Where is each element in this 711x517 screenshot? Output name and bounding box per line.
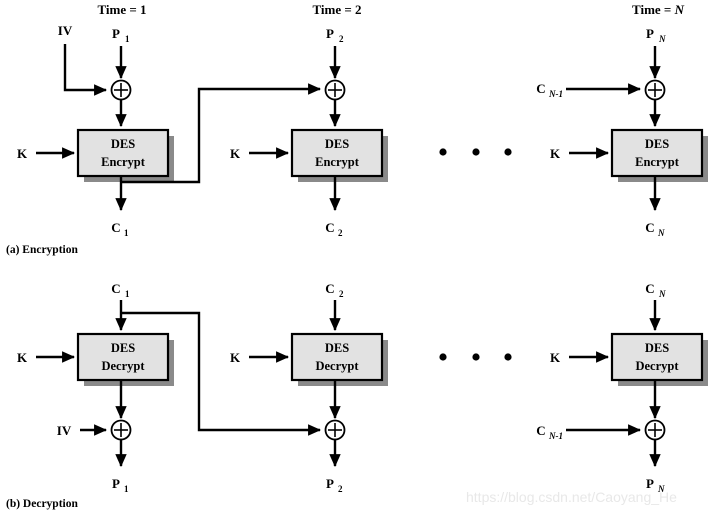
xor-gate-dec-n: [644, 419, 666, 441]
plaintext-sub-dec-1: 1: [124, 484, 129, 494]
key-label-dec-1: K: [17, 350, 28, 365]
ciphertext-label-dec-n: C: [645, 281, 654, 296]
des-box-line2-enc-1: Encrypt: [101, 155, 146, 169]
des-box-line2-dec-2: Decrypt: [315, 359, 359, 373]
time-label-enc-2: Time = 2: [312, 2, 361, 17]
plaintext-label-enc-n: P: [646, 26, 654, 41]
feedback-sub-enc-n: N-1: [548, 89, 563, 99]
des-box-line1-dec-1: DES: [111, 341, 135, 355]
xor-gate-dec-2: [324, 419, 346, 441]
xor-gate-enc-2: [324, 79, 346, 101]
key-label-enc-1: K: [17, 146, 28, 161]
ciphertext-sub-enc-2: 2: [338, 228, 343, 238]
ciphertext-label-dec-1: C: [111, 281, 120, 296]
key-label-enc-n: K: [550, 146, 561, 161]
des-box-line2-enc-2: Encrypt: [315, 155, 360, 169]
xor-gate-enc-1: [110, 79, 132, 101]
feedback-label-dec-n: C: [536, 423, 545, 438]
des-box-line1-enc-1: DES: [111, 137, 135, 151]
des-encrypt-box-1: DES Encrypt: [76, 128, 174, 182]
plaintext-sub-dec-2: 2: [338, 484, 343, 494]
caption-decryption: (b) Decryption: [6, 498, 78, 510]
ellipsis-dot: [439, 353, 447, 361]
des-encrypt-box-2: DES Encrypt: [290, 128, 388, 182]
feedback-label-enc-n: C: [536, 81, 545, 96]
ciphertext-sub-dec-n: N: [658, 289, 666, 299]
cbc-mode-diagram: Time = 1 P 1 IV K DES Encrypt C 1 Time =…: [0, 0, 711, 517]
des-box-line1-dec-2: DES: [325, 341, 349, 355]
des-box-line1-enc-n: DES: [645, 137, 669, 151]
ellipsis-dot: [504, 353, 512, 361]
caption-encryption: (a) Encryption: [6, 244, 78, 256]
ellipsis-dot: [472, 148, 480, 156]
des-box-line2-dec-1: Decrypt: [101, 359, 145, 373]
des-decrypt-box-1: DES Decrypt: [76, 332, 174, 386]
iv-label-dec-1: IV: [57, 423, 72, 438]
ciphertext-sub-dec-2: 2: [339, 289, 344, 299]
key-label-dec-2: K: [230, 350, 241, 365]
time-label-enc-1: Time = 1: [97, 2, 146, 17]
ellipsis-dot: [439, 148, 447, 156]
plaintext-label-dec-2: P: [326, 476, 334, 491]
ciphertext-sub-dec-1: 1: [125, 289, 130, 299]
ellipsis-dot: [472, 353, 480, 361]
time-label-enc-n: Time = N: [632, 2, 685, 17]
plaintext-label-dec-1: P: [112, 476, 120, 491]
ciphertext-sub-enc-1: 1: [124, 228, 129, 238]
plaintext-sub-enc-n: N: [658, 34, 666, 44]
canvas-background: [0, 0, 711, 517]
des-box-line2-dec-n: Decrypt: [635, 359, 679, 373]
key-label-enc-2: K: [230, 146, 241, 161]
iv-label-enc-1: IV: [58, 23, 73, 38]
feedback-sub-dec-n: N-1: [548, 431, 563, 441]
plaintext-sub-enc-2: 2: [339, 34, 344, 44]
key-label-dec-n: K: [550, 350, 561, 365]
xor-gate-dec-1: [110, 419, 132, 441]
ciphertext-label-enc-1: C: [111, 220, 120, 235]
plaintext-label-enc-2: P: [326, 26, 334, 41]
des-box-line1-dec-n: DES: [645, 341, 669, 355]
plaintext-label-enc-1: P: [112, 26, 120, 41]
ciphertext-label-enc-n: C: [645, 220, 654, 235]
watermark-text: https://blog.csdn.net/Caoyang_He: [466, 489, 677, 505]
des-box-line2-enc-n: Encrypt: [635, 155, 680, 169]
ciphertext-label-enc-2: C: [325, 220, 334, 235]
des-decrypt-box-2: DES Decrypt: [290, 332, 388, 386]
ciphertext-sub-enc-n: N: [657, 228, 665, 238]
plaintext-sub-enc-1: 1: [125, 34, 130, 44]
xor-gate-enc-n: [644, 79, 666, 101]
ciphertext-label-dec-2: C: [325, 281, 334, 296]
des-decrypt-box-n: DES Decrypt: [610, 332, 708, 386]
ellipsis-dot: [504, 148, 512, 156]
des-encrypt-box-n: DES Encrypt: [610, 128, 708, 182]
des-box-line1-enc-2: DES: [325, 137, 349, 151]
